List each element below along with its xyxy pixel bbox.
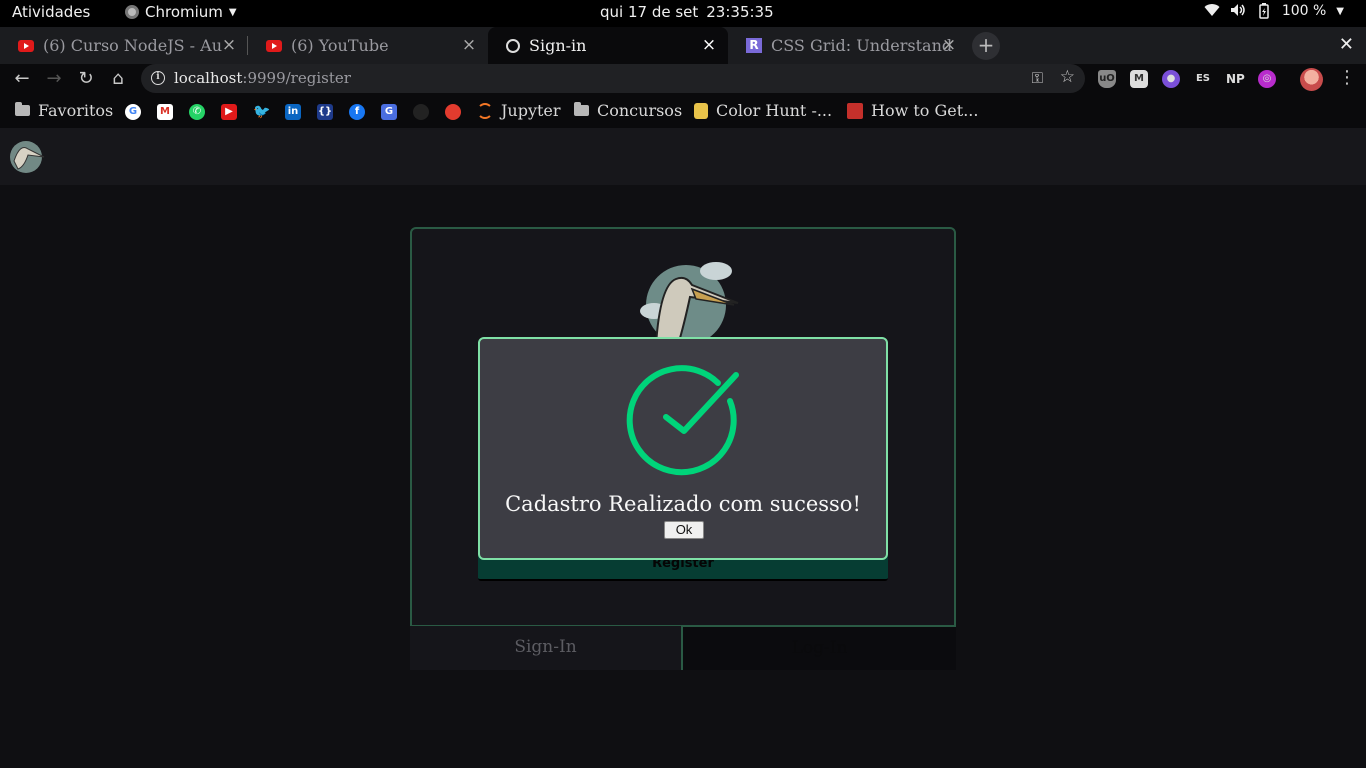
- bookmark-label: Favoritos: [38, 101, 114, 120]
- page-viewport: Register Sign-In Log-In Cadastro Realiza…: [0, 128, 1366, 768]
- youtube-icon[interactable]: ▶: [221, 104, 237, 120]
- globe-ext-icon[interactable]: ◎: [1258, 70, 1276, 88]
- jupyter-icon: [477, 102, 493, 119]
- new-tab-button[interactable]: +: [972, 32, 1000, 60]
- clock-time: 23:35:35: [706, 3, 774, 21]
- caret-down-icon: ▼: [1336, 5, 1344, 17]
- volume-icon: [1230, 3, 1246, 19]
- tab-title: CSS Grid: Understand: [771, 36, 953, 55]
- es-extension-icon[interactable]: ES: [1194, 70, 1212, 88]
- bookmark-how-to-get[interactable]: How to Get...: [847, 101, 978, 120]
- bookmark-label: Concursos: [597, 101, 683, 120]
- wifi-icon: [1204, 3, 1220, 19]
- url-text[interactable]: localhost:9999/register: [174, 69, 351, 87]
- pelican-logo-icon: [640, 262, 739, 345]
- dark-circle-icon[interactable]: [413, 104, 429, 120]
- clock-date: qui 17 de set: [600, 3, 699, 21]
- color-hunt-icon: [694, 102, 708, 119]
- close-icon[interactable]: ×: [460, 36, 478, 54]
- bookmark-star-icon[interactable]: ☆: [1060, 67, 1075, 87]
- youtube-icon: [18, 39, 34, 52]
- eye-icon[interactable]: ●: [1162, 70, 1180, 88]
- google-icon[interactable]: G: [125, 104, 141, 120]
- bookmark-concursos[interactable]: Concursos: [574, 101, 682, 120]
- app-menu[interactable]: Chromium ▼: [125, 3, 237, 21]
- close-icon[interactable]: ×: [220, 36, 238, 54]
- np-extension-icon[interactable]: NP: [1226, 70, 1245, 88]
- success-dialog: Cadastro Realizado com sucesso! Ok: [478, 337, 888, 560]
- tab-strip: (6) Curso NodeJS - Au × (6) YouTube × Si…: [0, 27, 1366, 64]
- address-bar[interactable]: i localhost:9999/register ⚿ ☆: [141, 64, 1085, 93]
- info-icon[interactable]: i: [151, 71, 165, 85]
- clock[interactable]: qui 17 de set 23:35:35: [600, 3, 774, 21]
- check-circle-icon: [626, 365, 739, 476]
- bookmark-favoritos[interactable]: Favoritos: [15, 101, 113, 120]
- gnome-top-bar: Atividades Chromium ▼ qui 17 de set 23:3…: [0, 0, 1366, 27]
- close-icon[interactable]: ×: [700, 36, 718, 54]
- close-icon[interactable]: ×: [940, 36, 958, 54]
- youtube-icon: [266, 39, 282, 52]
- bookmark-jupyter[interactable]: Jupyter: [477, 101, 561, 120]
- tab-sign-in[interactable]: Sign-In: [410, 625, 682, 670]
- ublock-icon[interactable]: uO: [1098, 70, 1116, 88]
- forward-button[interactable]: →: [43, 68, 65, 90]
- twitter-icon[interactable]: 🐦: [253, 104, 270, 120]
- activities-button[interactable]: Atividades: [12, 3, 90, 21]
- globe-icon: [506, 38, 520, 53]
- folder-icon: [574, 102, 589, 116]
- tab-curso-nodejs[interactable]: (6) Curso NodeJS - Au ×: [0, 27, 248, 64]
- system-tray[interactable]: 100 % ▼: [1204, 3, 1344, 19]
- url-path: :9999/register: [242, 69, 351, 87]
- tab-sign-in[interactable]: Sign-in ×: [488, 27, 728, 64]
- bookmark-color-hunt[interactable]: Color Hunt -...: [694, 101, 832, 120]
- r-icon: R: [746, 38, 762, 53]
- pelican-logo-icon[interactable]: [4, 137, 48, 175]
- battery-icon: [1256, 3, 1272, 19]
- code-icon[interactable]: {}: [317, 104, 333, 120]
- whatsapp-icon[interactable]: ✆: [189, 104, 205, 120]
- m-icon[interactable]: M: [1130, 70, 1148, 88]
- how-to-get-icon: [847, 102, 863, 119]
- facebook-icon[interactable]: f: [349, 104, 365, 120]
- gmail-icon[interactable]: M: [157, 104, 173, 120]
- tab-log-in[interactable]: Log-In: [682, 625, 956, 670]
- bookmarks-bar: Favoritos G M ✆ ▶ 🐦 in {} f G Jupyter Co…: [0, 94, 1366, 128]
- linkedin-icon[interactable]: in: [285, 104, 301, 120]
- bookmark-label: Jupyter: [501, 101, 561, 120]
- tab-title: (6) Curso NodeJS - Au: [43, 36, 223, 55]
- bookmark-label: How to Get...: [871, 101, 979, 120]
- back-button[interactable]: ←: [11, 68, 33, 90]
- ok-button[interactable]: Ok: [664, 521, 704, 539]
- dialog-message: Cadastro Realizado com sucesso!: [505, 492, 861, 516]
- tomato-icon[interactable]: [445, 104, 461, 120]
- home-button[interactable]: ⌂: [107, 68, 129, 90]
- reload-button[interactable]: ↻: [75, 68, 97, 90]
- tab-css-grid[interactable]: R CSS Grid: Understand ×: [728, 27, 968, 64]
- auth-tabs: Sign-In Log-In: [410, 625, 956, 670]
- battery-level: 100 %: [1281, 3, 1327, 19]
- app-menu-label: Chromium: [145, 3, 223, 21]
- key-icon[interactable]: ⚿: [1032, 69, 1043, 87]
- translate-icon[interactable]: G: [381, 104, 397, 120]
- avatar[interactable]: [1300, 68, 1323, 91]
- bookmark-label: Color Hunt -...: [716, 101, 833, 120]
- folder-icon: [15, 102, 30, 116]
- tab-title: Sign-in: [529, 36, 587, 55]
- site-header: [0, 128, 1366, 185]
- browser-toolbar: ← → ↻ ⌂ i localhost:9999/register ⚿ ☆ uO…: [0, 64, 1366, 94]
- chromium-icon: [125, 5, 139, 19]
- tab-youtube[interactable]: (6) YouTube ×: [248, 27, 488, 64]
- caret-down-icon: ▼: [228, 6, 237, 18]
- window-close-icon[interactable]: ✕: [1339, 34, 1354, 55]
- tab-title: (6) YouTube: [291, 36, 389, 55]
- url-host: localhost: [174, 69, 243, 87]
- menu-kebab-icon[interactable]: ⋮: [1338, 67, 1356, 88]
